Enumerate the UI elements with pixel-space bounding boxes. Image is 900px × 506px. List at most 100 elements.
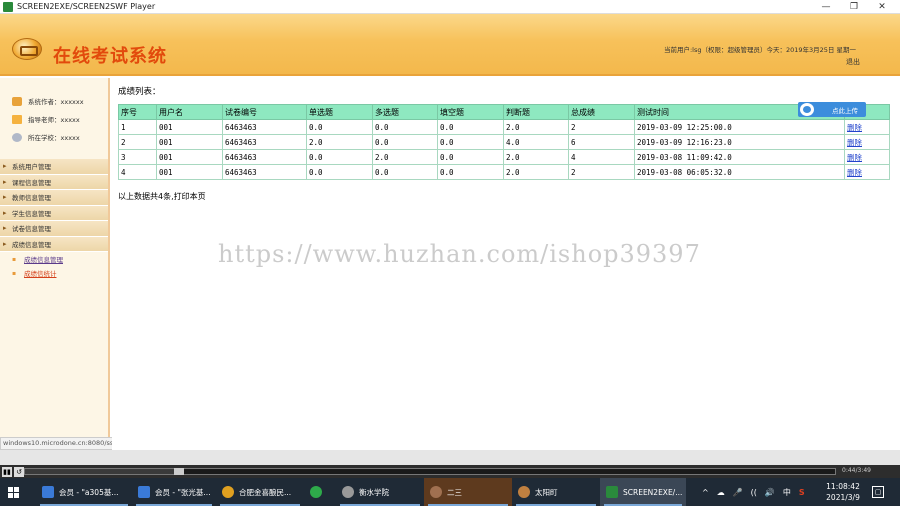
- sidebar-item-student-mgmt[interactable]: 学生信息管理: [0, 205, 108, 221]
- avatar-icon: [518, 486, 530, 498]
- delete-link[interactable]: 删除: [844, 119, 890, 135]
- table-row: 4 001 6463463 0.0 0.0 0.0 2.0 2 2019-03-…: [118, 164, 890, 180]
- taskbar-item-label: 合肥金喜酿民...: [239, 487, 292, 497]
- score-table: 序号 用户名 试卷编号 单选题 多选题 填空题 判断题 总成绩 测试时间 1 0…: [118, 104, 890, 180]
- upload-button-label: 点此上传: [832, 106, 858, 115]
- logout-link[interactable]: 退出: [846, 57, 860, 67]
- sidebar-item-course-mgmt[interactable]: 课程信息管理: [0, 174, 108, 190]
- record-summary[interactable]: 以上数据共4条,打印本页: [118, 191, 206, 202]
- cell-index: 4: [118, 164, 157, 180]
- sidebar-info: 系统作者：xxxxxx 指导老师：xxxxx 所在学校：xxxxx: [0, 78, 108, 146]
- app-icon: [606, 486, 618, 498]
- upload-button[interactable]: 点此上传: [798, 102, 866, 117]
- current-user-info: 当前用户:lsg（权限：超级管理员）今天：2019年3月25日 星期一: [663, 46, 856, 54]
- cell-total-score: 6: [568, 134, 635, 150]
- pause-button[interactable]: ▮▮: [2, 466, 12, 477]
- cell-single-choice: 0.0: [306, 164, 373, 180]
- cell-paper-id: 6463463: [222, 134, 307, 150]
- rewind-button[interactable]: ↺: [14, 466, 24, 477]
- teacher-label: 指导老师：xxxxx: [28, 116, 80, 124]
- seek-bar[interactable]: [24, 468, 836, 475]
- col-paper-id: 试卷编号: [222, 104, 307, 120]
- cell-fill-blank: 0.0: [437, 164, 504, 180]
- cell-username: 001: [156, 119, 223, 135]
- logo-icon: [12, 38, 42, 60]
- app-icon: [138, 486, 150, 498]
- col-total-score: 总成绩: [568, 104, 635, 120]
- clock[interactable]: 11:08:42 2021/3/9: [820, 481, 866, 503]
- site-title: 在线考试系统: [53, 46, 167, 67]
- submenu-item-score-stats[interactable]: 成绩信统计: [0, 266, 108, 280]
- cell-username: 001: [156, 164, 223, 180]
- input-method-icon[interactable]: 中: [783, 487, 791, 498]
- playback-time: 0:44/3:49: [842, 467, 871, 474]
- cell-paper-id: 6463463: [222, 149, 307, 165]
- sidebar-item-score-mgmt[interactable]: 成绩信息管理: [0, 236, 108, 252]
- taskbar-item[interactable]: [304, 478, 336, 506]
- taskbar-item[interactable]: 合肥金喜酿民...: [216, 478, 304, 506]
- microphone-icon[interactable]: 🎤: [733, 488, 743, 497]
- window-title: SCREEN2EXE/SCREEN2SWF Player: [17, 2, 156, 11]
- maximize-button[interactable]: ❐: [840, 0, 868, 14]
- clock-date: 2021/3/9: [826, 493, 860, 502]
- cell-index: 1: [118, 119, 157, 135]
- cell-true-false: 2.0: [503, 149, 569, 165]
- submenu-item-score-list[interactable]: 成绩信息管理: [0, 252, 108, 266]
- cloud-icon[interactable]: ☁: [717, 488, 725, 497]
- taskbar-item[interactable]: 二三: [424, 478, 512, 506]
- app-icon: [310, 486, 322, 498]
- taskbar-item[interactable]: 会员 - "张光基...: [132, 478, 216, 506]
- volume-icon[interactable]: 🔊: [765, 488, 775, 497]
- seek-handle[interactable]: [173, 468, 184, 475]
- cell-fill-blank: 0.0: [437, 134, 504, 150]
- taskbar-item[interactable]: 衡水学院: [336, 478, 424, 506]
- delete-link[interactable]: 删除: [844, 134, 890, 150]
- table-row: 1 001 6463463 0.0 0.0 0.0 2.0 2 2019-03-…: [118, 119, 890, 135]
- chevron-up-icon[interactable]: ^: [702, 488, 709, 497]
- close-button[interactable]: ✕: [868, 0, 896, 14]
- app-tray-icon[interactable]: S: [799, 488, 805, 497]
- table-row: 3 001 6463463 0.0 2.0 0.0 2.0 4 2019-03-…: [118, 149, 890, 165]
- table-row: 2 001 6463463 2.0 0.0 0.0 4.0 6 2019-03-…: [118, 134, 890, 150]
- system-tray: ^ ☁ 🎤 (( 🔊 中 S: [702, 478, 813, 506]
- watermark-text: https://www.huzhan.com/ishop39397: [218, 240, 701, 268]
- cell-multi-choice: 0.0: [372, 134, 438, 150]
- minimize-button[interactable]: —: [812, 0, 840, 14]
- app-icon: [3, 1, 13, 12]
- cell-single-choice: 0.0: [306, 119, 373, 135]
- start-button[interactable]: [0, 478, 26, 506]
- school-label: 所在学校：xxxxx: [28, 134, 80, 142]
- taskbar-item[interactable]: 会员 - "a305基...: [36, 478, 132, 506]
- taskbar-item-active[interactable]: SCREEN2EXE/...: [600, 478, 686, 506]
- app-icon: [42, 486, 54, 498]
- cell-true-false: 4.0: [503, 134, 569, 150]
- cell-index: 2: [118, 134, 157, 150]
- taskbar: 会员 - "a305基... 会员 - "张光基... 合肥金喜酿民... 衡水…: [0, 478, 900, 506]
- sidebar-item-teacher-mgmt[interactable]: 教师信息管理: [0, 190, 108, 206]
- sidebar-item-paper-mgmt[interactable]: 试卷信息管理: [0, 221, 108, 237]
- cloud-icon: [800, 103, 814, 116]
- section-title: 成绩列表：: [118, 87, 161, 97]
- cell-test-time: 2019-03-08 11:09:42.0: [634, 149, 845, 165]
- page-header: 在线考试系统 当前用户:lsg（权限：超级管理员）今天：2019年3月25日 星…: [0, 14, 900, 76]
- sidebar-item-user-mgmt[interactable]: 系统用户管理: [0, 159, 108, 175]
- notification-icon[interactable]: ▢: [872, 486, 884, 498]
- teacher-info: 指导老师：xxxxx: [0, 110, 108, 128]
- wifi-icon[interactable]: ((: [751, 488, 757, 497]
- app-icon: [342, 486, 354, 498]
- delete-link[interactable]: 删除: [844, 164, 890, 180]
- cell-multi-choice: 2.0: [372, 149, 438, 165]
- taskbar-item-label: 衡水学院: [359, 487, 389, 497]
- chrome-icon: [222, 486, 234, 498]
- window-title-bar: SCREEN2EXE/SCREEN2SWF Player — ❐ ✕: [0, 0, 900, 14]
- cell-paper-id: 6463463: [222, 119, 307, 135]
- delete-link[interactable]: 删除: [844, 149, 890, 165]
- taskbar-item[interactable]: 太阳町: [512, 478, 600, 506]
- author-label: 系统作者：xxxxxx: [28, 98, 84, 106]
- taskbar-item-label: 二三: [447, 487, 462, 497]
- cell-multi-choice: 0.0: [372, 164, 438, 180]
- taskbar-item-label: SCREEN2EXE/...: [623, 487, 683, 497]
- col-username: 用户名: [156, 104, 223, 120]
- author-info: 系统作者：xxxxxx: [0, 92, 108, 110]
- col-index: 序号: [118, 104, 157, 120]
